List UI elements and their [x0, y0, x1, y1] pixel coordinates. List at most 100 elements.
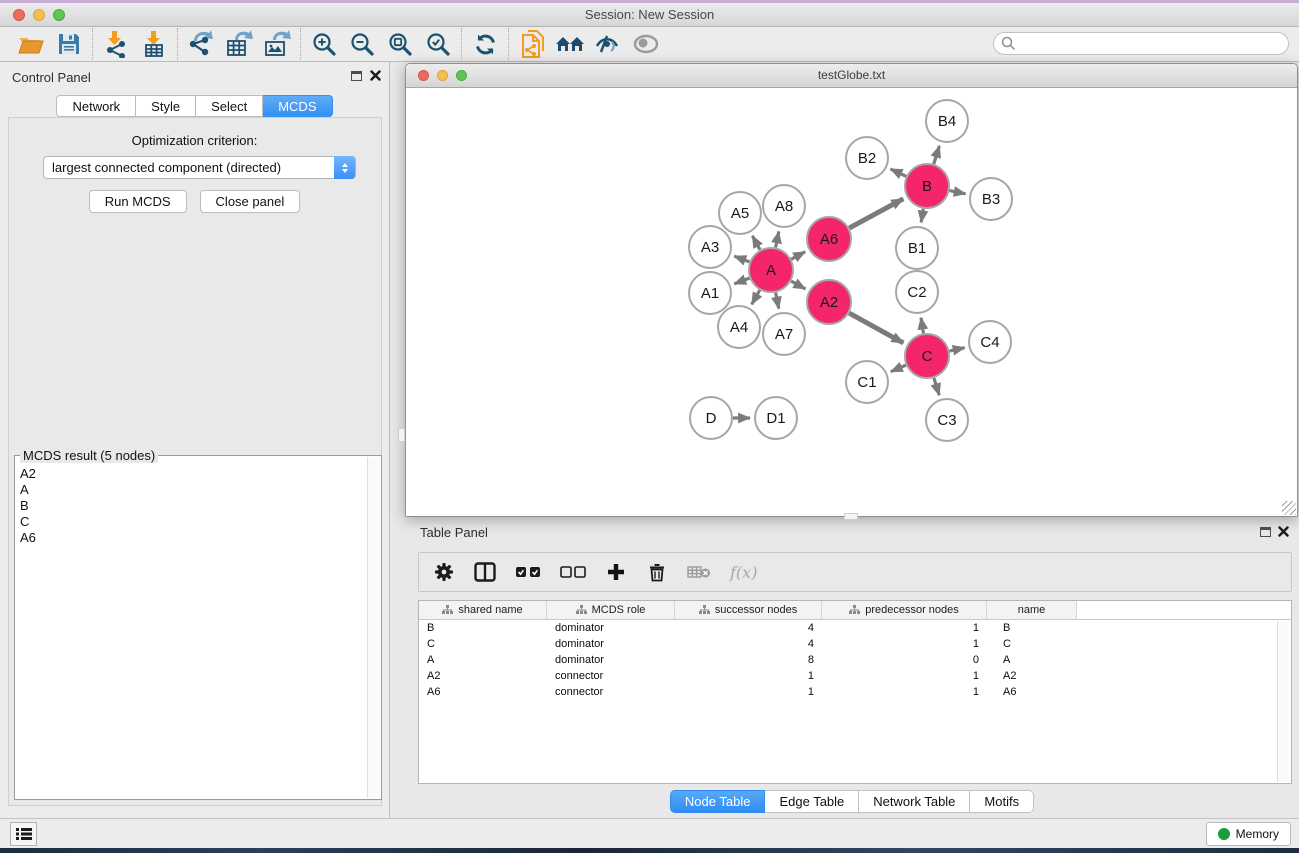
graph-node-A3[interactable]: A3: [689, 226, 731, 268]
tab-node-table[interactable]: Node Table: [670, 790, 766, 813]
zoom-fit-button[interactable]: [381, 29, 419, 59]
export-image-button[interactable]: [258, 29, 296, 59]
hide-details-button[interactable]: [589, 29, 627, 59]
network-overview-button[interactable]: [513, 29, 551, 59]
tab-network[interactable]: Network: [56, 95, 136, 117]
table-cell[interactable]: connector: [547, 668, 675, 684]
vertical-splitter-handle[interactable]: [398, 428, 405, 442]
table-cell[interactable]: 1: [822, 684, 987, 700]
tab-mcds[interactable]: MCDS: [263, 95, 332, 117]
table-cell[interactable]: B: [419, 620, 547, 636]
horizontal-splitter-handle[interactable]: [844, 513, 858, 520]
graph-edge-A-A7[interactable]: [776, 293, 779, 309]
home-layout-button[interactable]: [551, 29, 589, 59]
result-item[interactable]: A: [15, 482, 366, 498]
result-item[interactable]: B: [15, 498, 366, 514]
graph-node-C1[interactable]: C1: [846, 361, 888, 403]
result-item[interactable]: C: [15, 514, 366, 530]
table-cell[interactable]: dominator: [547, 620, 675, 636]
table-row[interactable]: Cdominator41C: [419, 636, 1277, 652]
graph-node-C2[interactable]: C2: [896, 271, 938, 313]
open-session-button[interactable]: [12, 29, 50, 59]
graph-node-C3[interactable]: C3: [926, 399, 968, 441]
table-cell[interactable]: connector: [547, 684, 675, 700]
run-mcds-button[interactable]: Run MCDS: [89, 190, 187, 213]
graph-node-A6[interactable]: A6: [807, 217, 851, 261]
table-cell[interactable]: 0: [822, 652, 987, 668]
table-row[interactable]: Adominator80A: [419, 652, 1277, 668]
tab-motifs[interactable]: Motifs: [970, 790, 1034, 813]
result-item[interactable]: A2: [15, 466, 366, 482]
graph-edge-B-B1[interactable]: [921, 209, 923, 223]
zoom-selected-button[interactable]: [419, 29, 457, 59]
column-header-shared-name[interactable]: shared name: [419, 601, 547, 619]
window-resize-grip[interactable]: [1282, 501, 1296, 515]
table-settings-button[interactable]: [433, 559, 455, 585]
result-list-scrollbar[interactable]: [367, 457, 380, 798]
column-header-MCDS-role[interactable]: MCDS role: [547, 601, 675, 619]
graph-edge-A-A2[interactable]: [791, 281, 805, 289]
graph-node-B[interactable]: B: [905, 164, 949, 208]
graph-node-C[interactable]: C: [905, 334, 949, 378]
graph-node-B4[interactable]: B4: [926, 100, 968, 142]
column-header-name[interactable]: name: [987, 601, 1077, 619]
table-cell[interactable]: A6: [987, 684, 1077, 700]
table-scrollbar[interactable]: [1277, 621, 1290, 782]
graph-edge-A-A8[interactable]: [776, 231, 779, 247]
add-column-button[interactable]: [605, 559, 627, 585]
table-cell[interactable]: 1: [822, 636, 987, 652]
export-network-button[interactable]: [182, 29, 220, 59]
table-cell[interactable]: dominator: [547, 652, 675, 668]
table-cell[interactable]: 8: [675, 652, 822, 668]
graph-node-A1[interactable]: A1: [689, 272, 731, 314]
graph-node-C4[interactable]: C4: [969, 321, 1011, 363]
show-details-button[interactable]: [627, 29, 665, 59]
table-cell[interactable]: A2: [419, 668, 547, 684]
table-row[interactable]: A6connector11A6: [419, 684, 1277, 700]
graph-node-B2[interactable]: B2: [846, 137, 888, 179]
table-cell[interactable]: B: [987, 620, 1077, 636]
delete-table-button[interactable]: [687, 559, 711, 585]
table-cell[interactable]: 1: [822, 668, 987, 684]
column-header-successor-nodes[interactable]: successor nodes: [675, 601, 822, 619]
graph-node-A[interactable]: A: [749, 248, 793, 292]
table-cell[interactable]: 4: [675, 636, 822, 652]
column-header-predecessor-nodes[interactable]: predecessor nodes: [822, 601, 987, 619]
graph-node-B1[interactable]: B1: [896, 227, 938, 269]
graph-edge-A-A5[interactable]: [752, 236, 760, 250]
table-cell[interactable]: 1: [675, 684, 822, 700]
float-table-panel-icon[interactable]: [1260, 527, 1271, 537]
import-table-button[interactable]: [135, 29, 173, 59]
refresh-button[interactable]: [466, 29, 504, 59]
function-builder-button[interactable]: f(x): [730, 559, 757, 585]
table-cell[interactable]: A: [419, 652, 547, 668]
table-row[interactable]: Bdominator41B: [419, 620, 1277, 636]
result-item[interactable]: A6: [15, 530, 366, 546]
memory-button[interactable]: Memory: [1206, 822, 1291, 846]
network-window-titlebar[interactable]: testGlobe.txt: [406, 64, 1297, 88]
graph-node-B3[interactable]: B3: [970, 178, 1012, 220]
table-cell[interactable]: 1: [675, 668, 822, 684]
deselect-all-rows-button[interactable]: [560, 559, 586, 585]
graph-edge-A6-B[interactable]: [849, 199, 903, 228]
table-cell[interactable]: A: [987, 652, 1077, 668]
tab-network-table[interactable]: Network Table: [859, 790, 970, 813]
close-table-panel-icon[interactable]: [1278, 526, 1289, 537]
criterion-dropdown[interactable]: largest connected component (directed): [43, 156, 356, 179]
delete-column-button[interactable]: [646, 559, 668, 585]
float-panel-icon[interactable]: [351, 71, 362, 81]
graph-edge-A-A6[interactable]: [791, 252, 805, 259]
graph-edge-A-A3[interactable]: [734, 256, 749, 262]
select-all-rows-button[interactable]: [515, 559, 541, 585]
graph-edge-C-C1[interactable]: [891, 365, 906, 372]
graph-edge-B-B3[interactable]: [950, 191, 966, 194]
network-canvas[interactable]: B4B2BB3A8A5A6A3B1AA1C2A2A4A7C4CC1C3DD1: [406, 89, 1297, 516]
table-cell[interactable]: dominator: [547, 636, 675, 652]
save-session-button[interactable]: [50, 29, 88, 59]
tab-edge-table[interactable]: Edge Table: [765, 790, 859, 813]
close-panel-icon[interactable]: [370, 70, 381, 81]
tab-select[interactable]: Select: [196, 95, 263, 117]
graph-edge-C-C2[interactable]: [921, 318, 923, 334]
close-panel-button[interactable]: Close panel: [200, 190, 301, 213]
graph-edge-A2-C[interactable]: [849, 313, 903, 343]
